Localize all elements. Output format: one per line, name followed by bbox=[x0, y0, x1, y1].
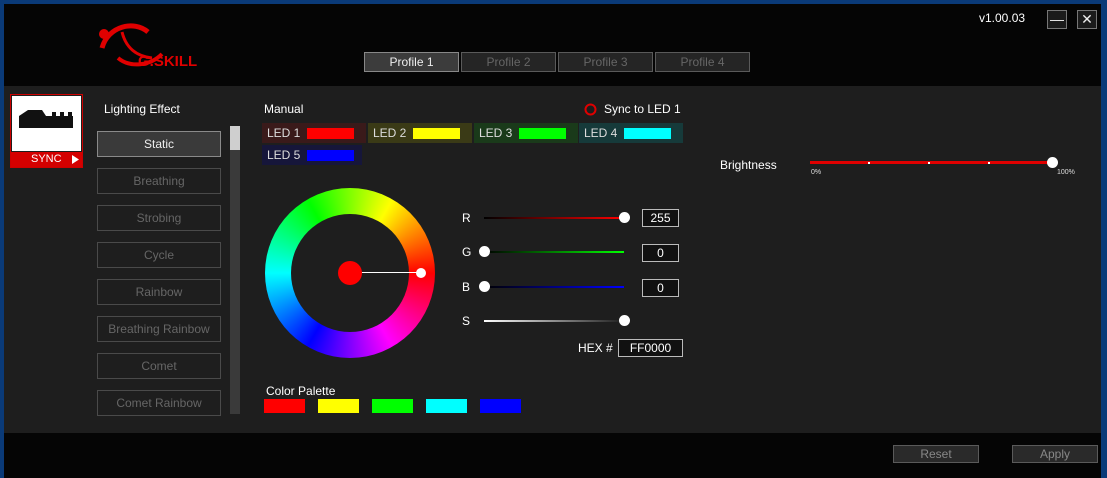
color-preview-dot bbox=[338, 261, 362, 285]
effect-static-button[interactable]: Static bbox=[97, 131, 221, 157]
led-5-button[interactable]: LED 5 bbox=[262, 145, 362, 165]
apply-button[interactable]: Apply bbox=[1012, 445, 1098, 463]
led-4-swatch bbox=[624, 128, 671, 139]
sync-to-led-label[interactable]: Sync to LED 1 bbox=[604, 102, 681, 116]
manual-title: Manual bbox=[264, 102, 304, 116]
tab-profile-2[interactable]: Profile 2 bbox=[461, 52, 556, 72]
led-1-button[interactable]: LED 1 bbox=[262, 123, 366, 143]
r-value-input[interactable]: 255 bbox=[642, 209, 679, 227]
minimize-button[interactable]: — bbox=[1047, 10, 1067, 29]
radio-icon[interactable] bbox=[584, 103, 597, 116]
scrollbar-thumb[interactable] bbox=[230, 126, 240, 150]
svg-text:G.SKILL: G.SKILL bbox=[138, 53, 197, 70]
profile-tabs: Profile 1 Profile 2 Profile 3 Profile 4 bbox=[364, 52, 752, 72]
palette-swatch-1[interactable] bbox=[264, 399, 305, 413]
effect-cycle-button[interactable]: Cycle bbox=[97, 242, 221, 268]
version-label: v1.00.03 bbox=[979, 11, 1026, 25]
s-slider-handle[interactable] bbox=[619, 315, 630, 326]
footer: Reset Apply bbox=[4, 433, 1101, 478]
led-4-label: LED 4 bbox=[584, 126, 618, 140]
s-slider[interactable] bbox=[484, 315, 630, 326]
led-2-swatch bbox=[413, 128, 460, 139]
minimize-icon: — bbox=[1050, 11, 1064, 27]
b-label: B bbox=[462, 280, 471, 294]
r-slider[interactable] bbox=[484, 212, 630, 223]
device-card[interactable]: SYNC bbox=[10, 94, 83, 168]
r-slider-handle[interactable] bbox=[619, 212, 630, 223]
effects-scrollbar[interactable] bbox=[230, 126, 240, 414]
led-4-button[interactable]: LED 4 bbox=[579, 123, 683, 143]
sync-button[interactable]: SYNC bbox=[11, 152, 82, 167]
palette-swatch-4[interactable] bbox=[426, 399, 467, 413]
brightness-label: Brightness bbox=[720, 158, 777, 172]
palette-swatch-5[interactable] bbox=[480, 399, 521, 413]
effect-breathing-button[interactable]: Breathing bbox=[97, 168, 221, 194]
brightness-max-label: 100% bbox=[1057, 169, 1075, 176]
led-3-swatch bbox=[519, 128, 566, 139]
tab-profile-4[interactable]: Profile 4 bbox=[655, 52, 750, 72]
led-3-label: LED 3 bbox=[479, 126, 513, 140]
lighting-effect-title: Lighting Effect bbox=[104, 102, 180, 116]
color-wheel-handle[interactable] bbox=[416, 268, 426, 278]
g-value-input[interactable]: 0 bbox=[642, 244, 679, 262]
led-3-button[interactable]: LED 3 bbox=[474, 123, 578, 143]
sync-label: SYNC bbox=[31, 153, 62, 165]
brightness-min-label: 0% bbox=[811, 169, 822, 176]
r-label: R bbox=[462, 211, 471, 225]
s-label: S bbox=[462, 314, 471, 328]
effect-rainbow-button[interactable]: Rainbow bbox=[97, 279, 221, 305]
effect-comet-button[interactable]: Comet bbox=[97, 353, 221, 379]
close-button[interactable]: ✕ bbox=[1077, 10, 1097, 29]
close-icon: ✕ bbox=[1081, 11, 1093, 27]
g-slider[interactable] bbox=[479, 246, 624, 257]
tab-profile-3[interactable]: Profile 3 bbox=[558, 52, 653, 72]
reset-button[interactable]: Reset bbox=[893, 445, 979, 463]
brightness-tick bbox=[988, 162, 990, 164]
led-5-label: LED 5 bbox=[267, 148, 301, 162]
b-value-input[interactable]: 0 bbox=[642, 279, 679, 297]
b-slider-handle[interactable] bbox=[479, 281, 490, 292]
brightness-handle[interactable] bbox=[1047, 157, 1058, 168]
palette-swatch-3[interactable] bbox=[372, 399, 413, 413]
led-2-button[interactable]: LED 2 bbox=[368, 123, 472, 143]
effect-comet-rainbow-button[interactable]: Comet Rainbow bbox=[97, 390, 221, 416]
g-label: G bbox=[462, 245, 472, 259]
led-5-swatch bbox=[307, 150, 354, 161]
play-arrow-icon bbox=[72, 155, 79, 164]
device-image bbox=[12, 96, 81, 151]
g-slider-handle[interactable] bbox=[479, 246, 490, 257]
effect-breathing-rainbow-button[interactable]: Breathing Rainbow bbox=[97, 316, 221, 342]
led-1-swatch bbox=[307, 128, 354, 139]
app-window: G.SKILL v1.00.03 — ✕ Profile 1 Profile 2… bbox=[4, 4, 1101, 478]
main-panel: SYNC Lighting Effect Static Breathing St… bbox=[4, 86, 1101, 433]
tab-profile-1[interactable]: Profile 1 bbox=[364, 52, 459, 72]
effect-strobing-button[interactable]: Strobing bbox=[97, 205, 221, 231]
hex-input[interactable]: FF0000 bbox=[618, 339, 683, 357]
led-2-label: LED 2 bbox=[373, 126, 407, 140]
gskill-logo: G.SKILL bbox=[99, 23, 197, 70]
b-slider[interactable] bbox=[479, 281, 624, 292]
hex-label: HEX # bbox=[578, 341, 613, 355]
brightness-tick bbox=[928, 162, 930, 164]
brightness-slider[interactable] bbox=[810, 157, 1058, 168]
ram-module-icon bbox=[19, 110, 73, 128]
palette-swatch-2[interactable] bbox=[318, 399, 359, 413]
brightness-tick bbox=[868, 162, 870, 164]
color-palette-title: Color Palette bbox=[266, 384, 336, 398]
led-1-label: LED 1 bbox=[267, 126, 301, 140]
header: G.SKILL v1.00.03 — ✕ Profile 1 Profile 2… bbox=[4, 4, 1101, 84]
